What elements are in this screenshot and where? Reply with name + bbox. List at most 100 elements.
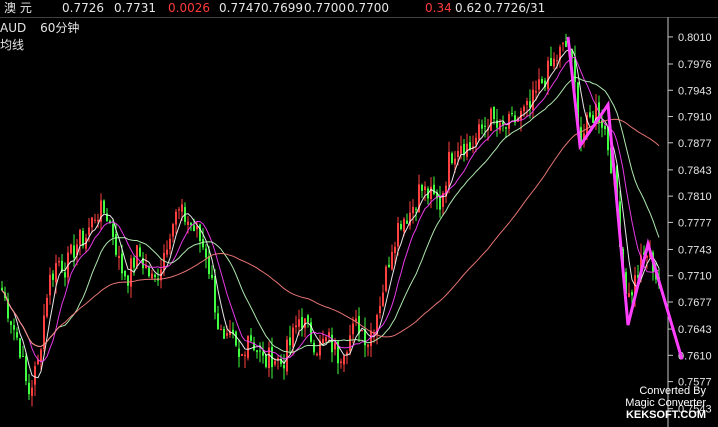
candle-body	[400, 223, 402, 230]
quote-change: 0.0026	[168, 1, 210, 15]
candle-body	[331, 334, 333, 353]
candle-body	[262, 352, 264, 356]
candle-body	[316, 354, 318, 356]
candle-body	[301, 317, 303, 329]
candle-body	[478, 124, 480, 140]
symbol-name: 澳 元	[4, 1, 32, 15]
candle-body	[523, 106, 525, 112]
candle-body	[451, 153, 453, 164]
candle-body	[199, 224, 201, 242]
candle-body	[391, 251, 393, 270]
candle-body	[355, 318, 357, 321]
candle-body	[133, 257, 135, 268]
y-tick-label: 0.7610	[678, 350, 712, 362]
candle-body	[46, 297, 48, 317]
candle-body	[448, 152, 450, 187]
candle-body	[40, 349, 42, 362]
candle-body	[208, 256, 210, 275]
candle-body	[214, 275, 216, 313]
candle-body	[97, 219, 99, 222]
candle-body	[247, 335, 249, 358]
candle-body	[424, 186, 426, 191]
candle-body	[457, 151, 459, 157]
y-tick-label: 0.8010	[678, 32, 712, 44]
candle-body	[403, 219, 405, 232]
candle-body	[532, 89, 534, 110]
candle-body	[130, 258, 132, 287]
candle-body	[115, 234, 117, 255]
candle-body	[265, 354, 267, 367]
quote-bar: 澳 元 0.7726 0.7731 0.0026 0.7747 0.7699 0…	[0, 0, 718, 17]
candle-body	[454, 158, 456, 165]
candle-body	[526, 101, 528, 106]
candle-body	[151, 273, 153, 279]
y-tick-label: 0.7976	[678, 59, 712, 71]
candle-body	[508, 114, 510, 129]
candle-body	[406, 220, 408, 224]
candle-body	[136, 245, 138, 267]
candle-body	[553, 58, 555, 67]
y-tick-label: 0.7710	[678, 271, 712, 283]
candle-body	[139, 247, 141, 257]
candle-body	[49, 274, 51, 296]
candle-body	[169, 238, 171, 249]
interval-label: 60分钟	[40, 21, 80, 35]
watermark-line: Magic Converter	[625, 397, 706, 409]
candle-body	[205, 248, 207, 258]
candle-body	[202, 239, 204, 248]
quote-value: 0.7699	[261, 1, 303, 15]
candle-body	[256, 350, 258, 352]
candle-body	[88, 227, 90, 235]
candle-body	[274, 361, 276, 365]
candle-body	[91, 217, 93, 228]
candle-body	[412, 206, 414, 214]
bid-ask: 0.7726/31	[484, 1, 546, 15]
quote-value: 0.62	[455, 1, 482, 15]
candle-body	[340, 361, 342, 364]
candle-body	[325, 337, 327, 342]
candle-body	[124, 270, 126, 277]
y-tick-label: 0.7843	[678, 165, 712, 177]
candle-body	[58, 261, 60, 263]
candle-body	[52, 273, 54, 280]
candle-body	[289, 337, 291, 346]
candle-body	[379, 306, 381, 314]
candle-body	[394, 246, 396, 254]
candle-body	[220, 329, 222, 331]
candle-body	[511, 113, 513, 115]
candle-body	[439, 197, 441, 210]
candle-body	[178, 209, 180, 211]
candle-body	[388, 264, 390, 268]
candle-body	[94, 219, 96, 221]
y-tick-label: 0.7943	[678, 85, 712, 97]
candle-body	[22, 355, 24, 357]
candle-body	[73, 245, 75, 258]
candle-body	[190, 222, 192, 225]
y-tick-label: 0.7810	[678, 191, 712, 203]
candle-body	[397, 223, 399, 247]
candle-body	[493, 106, 495, 120]
candle-body	[286, 339, 288, 372]
candle-body	[31, 387, 33, 396]
candle-body	[154, 274, 156, 278]
y-tick-label: 0.7877	[678, 138, 712, 150]
candle-body	[181, 204, 183, 212]
candle-body	[226, 333, 228, 336]
candle-body	[382, 292, 384, 306]
candle-body	[250, 335, 252, 341]
candle-body	[79, 229, 81, 245]
y-tick-label: 0.7643	[678, 324, 712, 336]
candle-body	[322, 338, 324, 344]
candle-body	[16, 332, 18, 338]
candle-body	[211, 274, 213, 278]
candle-body	[10, 321, 12, 325]
candle-body	[193, 225, 195, 232]
candle-body	[34, 366, 36, 385]
candle-body	[334, 342, 336, 350]
candle-body	[433, 184, 435, 195]
candle-body	[187, 221, 189, 225]
candle-body	[172, 224, 174, 237]
candle-body	[367, 344, 369, 347]
candle-body	[421, 184, 423, 191]
candle-body	[64, 272, 66, 278]
